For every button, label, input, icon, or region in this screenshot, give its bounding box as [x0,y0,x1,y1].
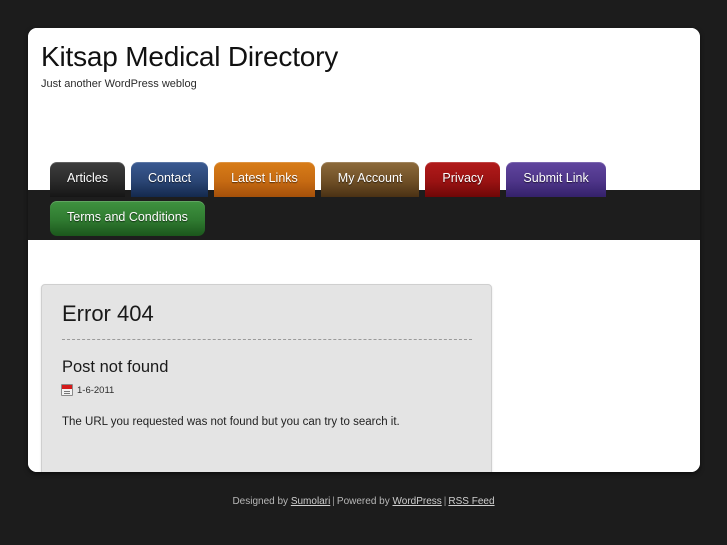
section-divider [62,339,472,340]
post-title: Post not found [62,358,169,376]
nav-tab-label: Articles [67,171,108,185]
nav-tab-terms-and-conditions[interactable]: Terms and Conditions [50,201,205,236]
error-heading: Error 404 [62,301,154,326]
site-footer: Designed by Sumolari | Powered by WordPres… [0,496,727,507]
nav-tab-privacy[interactable]: Privacy [425,162,501,197]
nav-tab-articles[interactable]: Articles [50,162,125,197]
site-header: Kitsap Medical Directory Just another Wo… [28,28,700,162]
nav-tab-latest-links[interactable]: Latest Links [214,162,315,197]
footer-wordpress-link[interactable]: WordPress [393,496,442,507]
footer-rss-link[interactable]: RSS Feed [448,496,494,507]
footer-designed-by-label: Designed by [232,496,289,507]
calendar-icon [61,384,73,396]
nav-tab-label: Privacy [442,171,484,185]
nav-tab-list: Articles Contact Latest Links My Account… [50,162,690,238]
page-container: Kitsap Medical Directory Just another Wo… [28,28,700,472]
nav-tab-my-account[interactable]: My Account [320,162,420,197]
post-date: 1-6-2011 [77,384,115,396]
nav-tab-label: Latest Links [231,171,298,185]
nav-tab-label: Terms and Conditions [67,210,188,224]
nav-tab-submit-link[interactable]: Submit Link [506,162,606,197]
nav-tab-label: Contact [147,171,192,185]
nav-tab-label: Submit Link [523,171,589,185]
footer-designer-link[interactable]: Sumolari [291,496,330,507]
error-panel: Error 404 Post not found 1-6-2011 The UR… [41,284,492,472]
main-navigation: Articles Contact Latest Links My Account… [28,162,700,240]
footer-separator: | [332,496,335,507]
post-body-text: The URL you requested was not found but … [62,416,400,428]
post-meta: 1-6-2011 [61,384,114,396]
nav-tab-contact[interactable]: Contact [130,162,209,197]
content-area: Error 404 Post not found 1-6-2011 The UR… [28,240,700,472]
nav-tab-label: My Account [337,171,403,185]
page-title: Kitsap Medical Directory [41,41,339,72]
site-tagline: Just another WordPress weblog [41,78,197,90]
footer-powered-by-label: Powered by [336,496,390,507]
